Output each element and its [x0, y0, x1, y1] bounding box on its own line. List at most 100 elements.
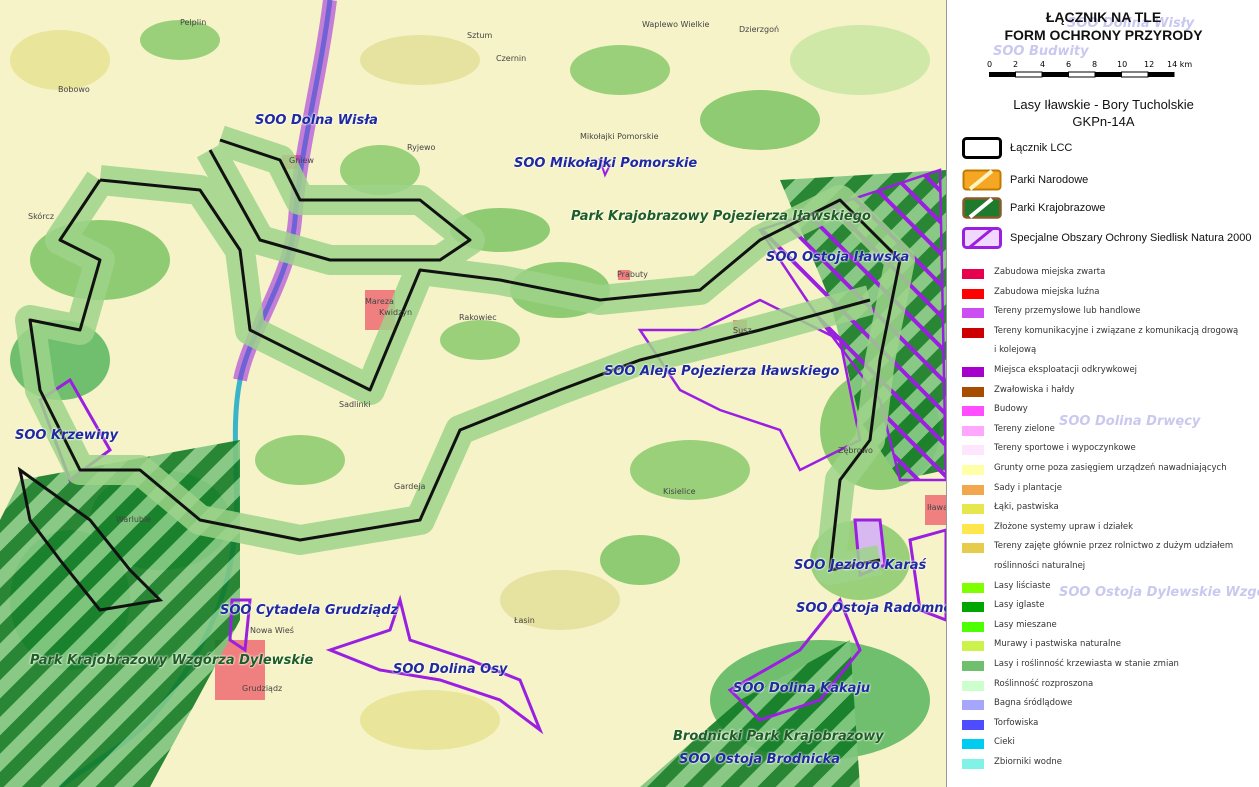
town-label: Łasin — [514, 616, 535, 625]
label-brodnicki-park: Brodnicki Park Krajobrazowy — [673, 729, 884, 744]
landuse-swatch-icon — [962, 386, 984, 397]
landuse-label: Zwałowiska i hałdy — [994, 384, 1075, 395]
national-park-symbol-icon — [962, 169, 1002, 191]
landuse-label: Zbiorniki wodne — [994, 757, 1063, 767]
town-label: Sztum — [467, 31, 493, 40]
label-soo-dolna-wisla: SOO Dolna Wisła — [255, 113, 378, 128]
landuse-label: Torfowiska — [994, 717, 1039, 728]
landuse-swatch-icon — [962, 406, 984, 417]
scale-tick: 14 km — [1167, 60, 1193, 69]
landuse-swatch-icon — [962, 445, 984, 456]
landuse-swatch-icon — [962, 269, 984, 279]
landuse-swatch-icon — [962, 288, 984, 299]
landuse-label: Lasy liściaste — [994, 580, 1051, 591]
town-label: Iława — [927, 503, 946, 512]
legend-subtitle-line2: GKPn-14A — [1072, 114, 1135, 129]
town-label: Pelplin — [180, 18, 207, 27]
legend-panel: SOO Dolina Wisły SOO Budwity SOO Dolina … — [946, 0, 1259, 787]
scale-bar-graphic — [989, 71, 1175, 78]
landuse-swatch-icon — [962, 719, 984, 730]
legend-subtitle-line1: Lasy Iławskie - Bory Tucholskie — [1013, 97, 1194, 112]
scale-tick: 2 — [1013, 60, 1019, 69]
town-label: Zębrowo — [838, 446, 873, 455]
landuse-swatch-icon — [962, 523, 984, 534]
landuse-swatch-icon — [962, 700, 984, 711]
town-label: Bobowo — [58, 85, 90, 94]
landuse-label: Tereny komunikacyjne i związane z komuni… — [994, 325, 1239, 336]
town-label: Gardeja — [394, 482, 426, 491]
landuse-label: Tereny przemysłowe lub handlowe — [994, 306, 1141, 317]
town-label: Rakowiec — [459, 313, 497, 322]
scale-bar: 0 2 4 6 8 10 12 14 km — [987, 60, 1193, 86]
label-soo-aleje-pojezierza: SOO Aleje Pojezierza Iławskiego — [604, 364, 840, 379]
scale-tick: 4 — [1040, 60, 1046, 69]
town-label: Nowa Wieś — [250, 626, 294, 635]
landuse-label: Murawy i pastwiska naturalne — [994, 639, 1121, 650]
landuse-swatch-icon — [962, 484, 984, 495]
scale-tick: 12 — [1144, 60, 1155, 69]
lcc-symbol-icon — [962, 137, 1002, 159]
town-label: Mikołajki Pomorskie — [580, 132, 659, 141]
legend-symbol-label: Łącznik LCC — [1010, 142, 1073, 154]
map-window: SOO Dolna Wisła SOO Mikołajki Pomorskie … — [0, 0, 1259, 787]
label-soo-jezioro-karas: SOO Jezioro Karaś — [794, 558, 927, 573]
landuse-label: Łąki, pastwiska — [994, 502, 1059, 513]
landscape-park-symbol-icon — [962, 197, 1002, 219]
landuse-swatch-icon — [962, 739, 984, 750]
legend-title-line1: ŁĄCZNIK NA TLE — [1045, 9, 1162, 25]
ghost-label: SOO Dolina Drwęcy — [1059, 414, 1201, 429]
landuse-label: Budowy — [994, 404, 1028, 415]
landuse-swatch-icon — [962, 327, 984, 338]
town-label: Mareza — [365, 297, 394, 306]
landuse-label: Zabudowa miejska zwarta — [994, 267, 1106, 277]
scale-tick: 10 — [1117, 60, 1128, 69]
town-label: Czernin — [496, 54, 527, 63]
label-soo-ostoja-radomno: SOO Ostoja Radomno — [796, 601, 946, 616]
town-label: Warlubie — [116, 515, 152, 524]
town-label: Gniew — [289, 156, 314, 165]
scale-tick: 6 — [1066, 60, 1072, 69]
landuse-swatch-icon — [962, 621, 984, 632]
legend-symbol-label: Parki Narodowe — [1010, 174, 1089, 186]
legend-title-line2: FORM OCHRONY PRZYRODY — [1004, 27, 1203, 43]
landuse-label: Złożone systemy upraw i działek — [994, 521, 1134, 532]
label-soo-dolina-kakaju: SOO Dolina Kakaju — [733, 681, 871, 696]
label-soo-mikolajki-pomorskie: SOO Mikołajki Pomorskie — [514, 156, 698, 171]
landuse-label: i kolejową — [994, 345, 1037, 356]
ghost-label: SOO Budwity — [993, 44, 1089, 59]
label-soo-ostoja-ilawska: SOO Ostoja Iławska — [766, 250, 910, 265]
landuse-swatch-icon — [962, 504, 984, 515]
landuse-label: Cieki — [994, 737, 1015, 748]
landuse-swatch-icon — [962, 543, 984, 554]
landuse-label: Miejsca eksploatacji odkrywkowej — [994, 365, 1138, 375]
map-canvas[interactable]: SOO Dolna Wisła SOO Mikołajki Pomorskie … — [0, 0, 946, 787]
label-park-pojezierza-ilawskiego: Park Krajobrazowy Pojezierza Iławskiego — [571, 209, 871, 224]
landuse-label: Zabudowa miejska luźna — [994, 286, 1100, 297]
town-label: Kwidzyn — [379, 308, 413, 317]
landuse-swatch-icon — [962, 759, 984, 769]
label-soo-cytadela-grudziadz: SOO Cytadela Grudziądz — [220, 603, 399, 618]
town-label: Susz — [733, 326, 752, 335]
landuse-label: Roślinność rozproszona — [994, 678, 1094, 689]
landuse-swatch-icon — [962, 465, 984, 475]
ghost-label: SOO Ostoja Dylewskie Wzgórza — [1059, 585, 1259, 600]
landuse-label: Grunty orne poza zasięgiem urządzeń nawa… — [994, 463, 1227, 473]
scale-tick: 0 — [987, 60, 993, 69]
landuse-swatch-icon — [962, 308, 984, 319]
town-label: Waplewo Wielkie — [642, 20, 710, 29]
landuse-label: Tereny sportowe i wypoczynkowe — [994, 443, 1136, 454]
natura2000-symbol-icon — [962, 227, 1002, 249]
label-soo-krzewiny: SOO Krzewiny — [15, 428, 119, 443]
landuse-swatch-icon — [962, 582, 984, 593]
landuse-label: Sady i plantacje — [994, 482, 1062, 493]
landuse-label: Lasy mieszane — [994, 619, 1057, 630]
town-label: Ryjewo — [407, 143, 436, 152]
label-soo-dolina-osy: SOO Dolina Osy — [393, 662, 508, 677]
landuse-label: Tereny zielone — [994, 423, 1055, 434]
landuse-label: Lasy iglaste — [994, 600, 1045, 611]
landuse-label: Bagna śródlądowe — [994, 698, 1073, 709]
town-label: Skórcz — [28, 212, 55, 221]
landuse-swatch-icon — [962, 661, 984, 671]
town-label: Kisielice — [663, 487, 696, 496]
town-label: Sadlinki — [339, 400, 371, 409]
